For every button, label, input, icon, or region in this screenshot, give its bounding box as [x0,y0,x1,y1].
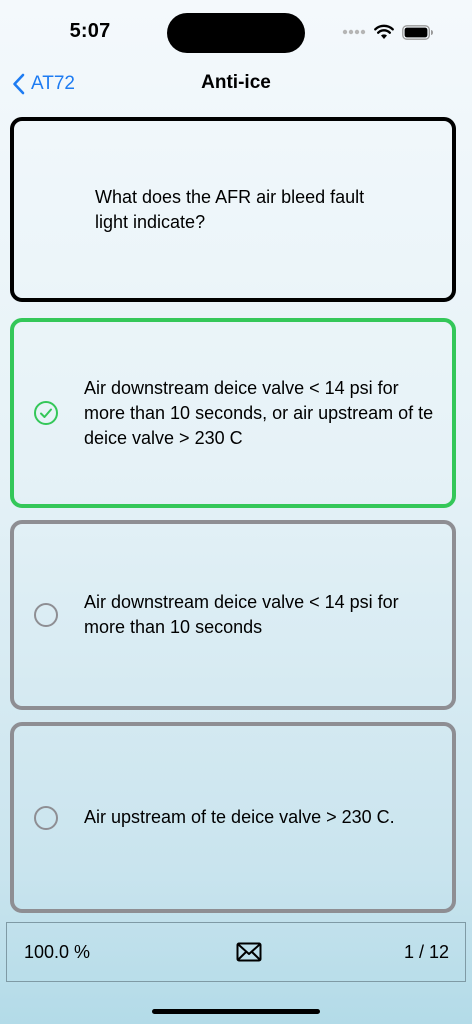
status-icons [342,22,434,42]
battery-icon [402,24,433,40]
answer-text: Air upstream of te deice valve > 230 C. [84,807,395,827]
radio-empty-icon [34,603,58,627]
radio-empty-icon [34,805,58,830]
page-title: Anti-ice [201,72,271,93]
answer-option-3[interactable]: Air upstream of te deice valve > 230 C. [10,722,456,913]
answer-option-2[interactable]: Air downstream deice valve < 14 psi for … [10,520,456,710]
dynamic-island [167,13,305,53]
status-bar: 5:07 [0,0,472,64]
envelope-icon[interactable] [236,941,262,963]
home-indicator[interactable] [152,1009,320,1014]
signal-dots-icon [342,29,366,35]
bottom-bar: 100.0 % 1 / 12 [6,922,466,982]
answer-option-1[interactable]: Air downstream deice valve < 14 psi for … [10,318,456,508]
question-card: What does the AFR air bleed fault light … [10,117,456,302]
status-time: 5:07 [69,20,111,42]
wifi-icon [374,24,394,39]
nav-bar: AT72 Anti-ice [0,64,472,104]
answer-text: Air downstream deice valve < 14 psi for … [84,592,399,637]
question-text: What does the AFR air bleed fault light … [95,186,365,232]
answer-text: Air downstream deice valve < 14 psi for … [84,377,434,448]
question-counter: 1 / 12 [403,941,449,962]
score-label: 100.0 % [24,941,91,962]
checkmark-circle-icon [34,401,58,425]
